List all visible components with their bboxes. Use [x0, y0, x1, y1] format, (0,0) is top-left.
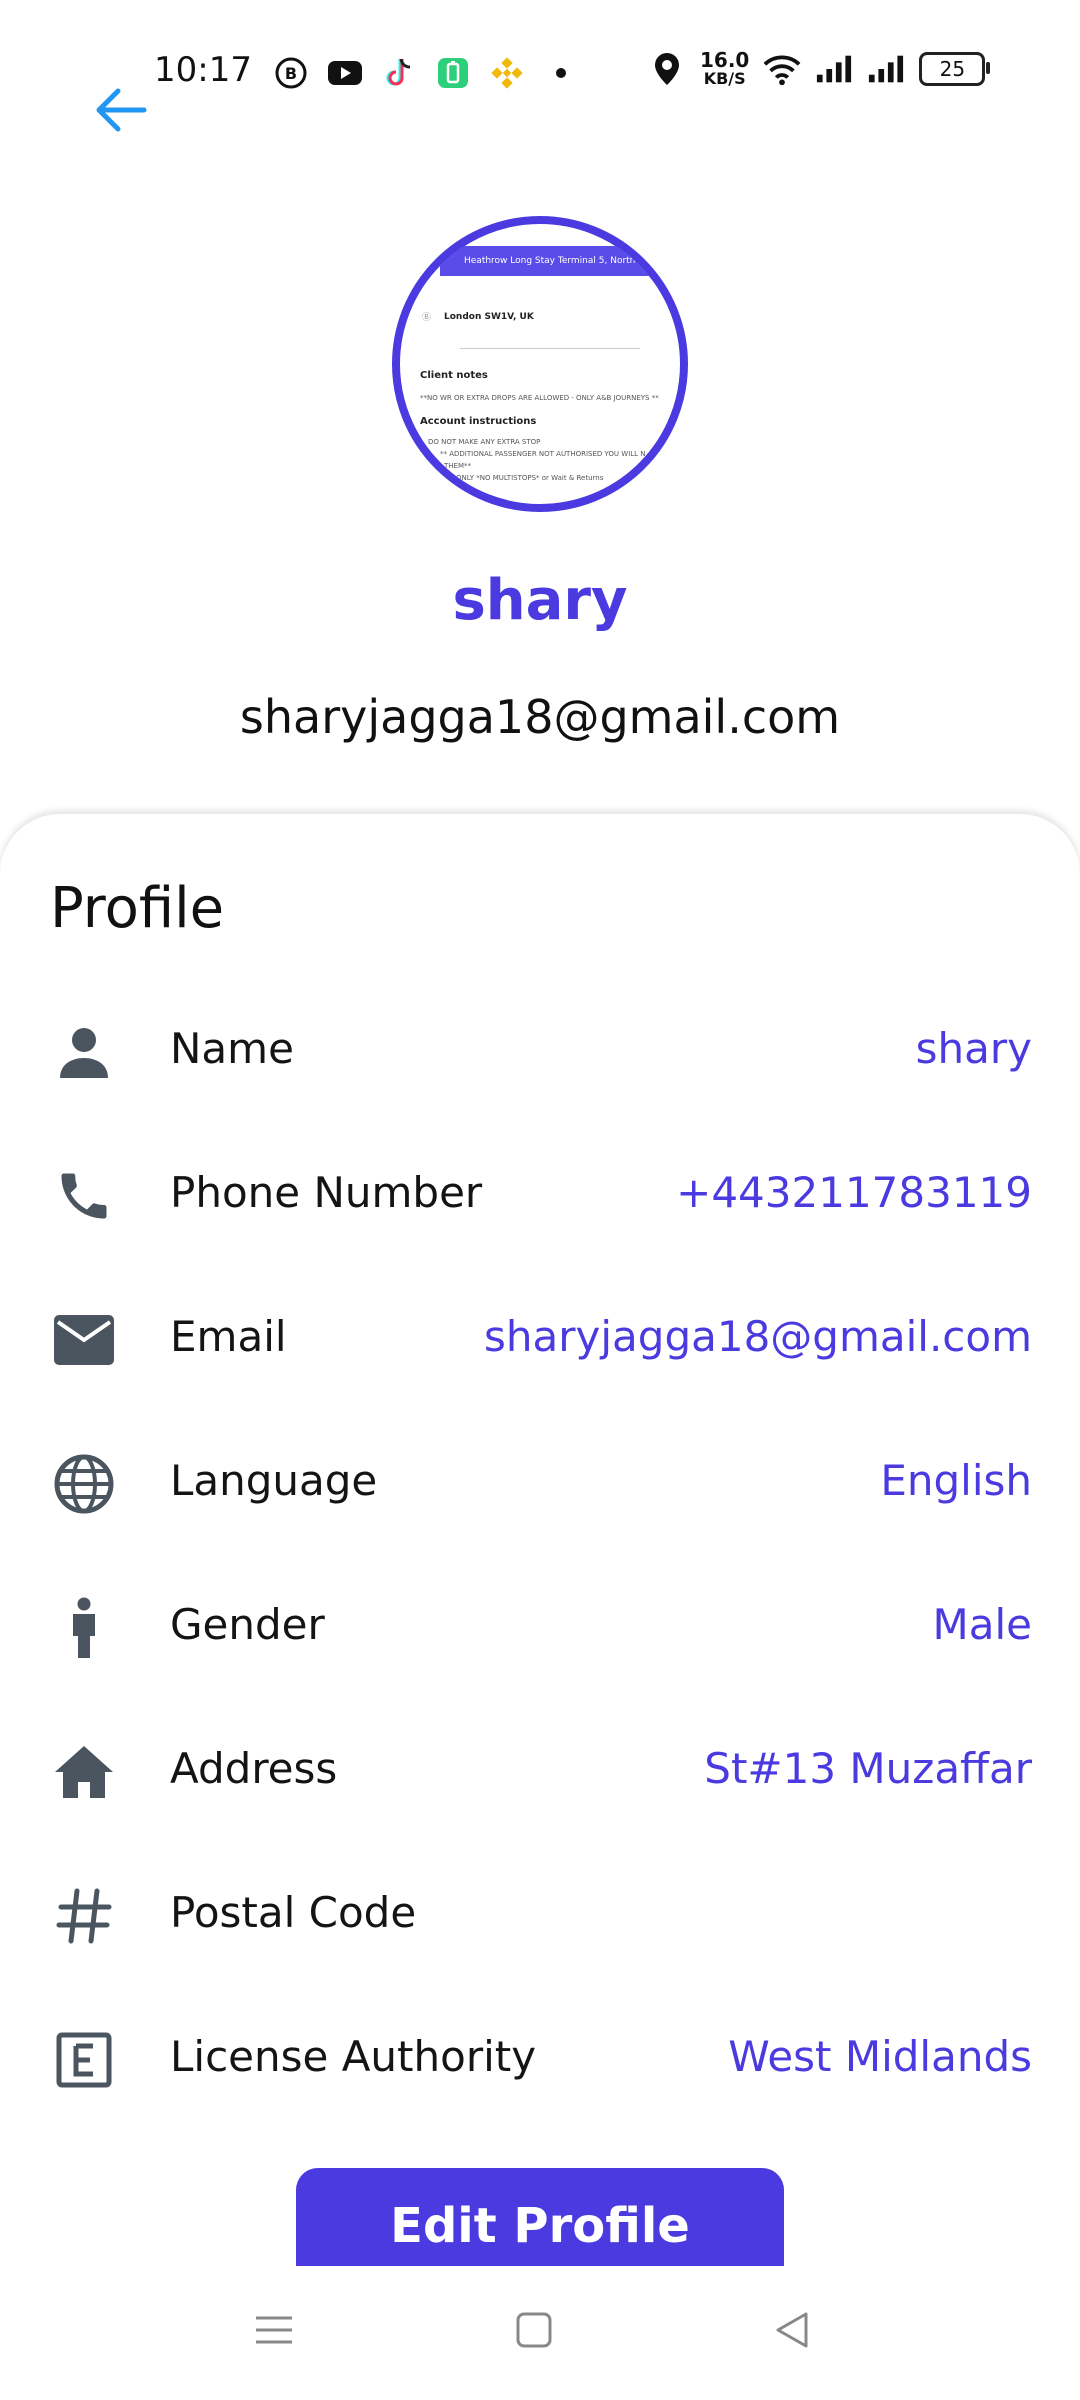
menu-icon [256, 2316, 292, 2344]
row-value: West Midlands [728, 2032, 1032, 2081]
avatar-banner-text: Heathrow Long Stay Terminal 5, Northern … [440, 246, 680, 276]
net-speed: 16.0 KB/S [700, 50, 749, 88]
binance-icon [488, 54, 526, 92]
wifi-icon [763, 50, 801, 88]
avatar-client-notes-title: Client notes [420, 370, 488, 381]
avatar-instruction: THEM** [444, 462, 472, 470]
battery-saver-icon [434, 54, 472, 92]
profile-screen: 10:17 B 16.0 KB/S 25 Heathrow Long Stay … [0, 0, 1080, 2400]
net-speed-unit: KB/S [703, 69, 746, 88]
row-label: Postal Code [170, 1888, 417, 1937]
profile-row-address[interactable]: Address St#13 Muzaffar [0, 1716, 1080, 1816]
profile-row-email[interactable]: Email sharyjagga18@gmail.com [0, 1284, 1080, 1384]
profile-row-phone[interactable]: Phone Number +443211783119 [0, 1140, 1080, 1240]
tiktok-icon [380, 54, 418, 92]
row-label: Gender [170, 1600, 325, 1649]
row-label: Language [170, 1456, 378, 1505]
row-value: shary [915, 1024, 1032, 1073]
notification-icons: B [272, 54, 580, 92]
avatar-image: Heathrow Long Stay Terminal 5, Northern … [400, 224, 680, 504]
profile-row-gender[interactable]: Gender Male [0, 1572, 1080, 1672]
square-icon [516, 2312, 552, 2348]
battery-indicator: 25 [919, 52, 991, 86]
avatar-address: London SW1V, UK [444, 312, 534, 322]
row-value: sharyjagga18@gmail.com [484, 1312, 1032, 1361]
person-icon [50, 1018, 118, 1086]
signal-icon [815, 50, 853, 88]
arrow-left-icon [96, 88, 147, 132]
status-bar: 10:17 B 16.0 KB/S 25 [0, 0, 1080, 120]
dot-icon [542, 54, 580, 92]
row-label: Name [170, 1024, 294, 1073]
avatar-instruction: DO NOT MAKE ANY EXTRA STOP [428, 438, 541, 446]
svg-text:B: B [285, 64, 297, 83]
avatar-instruction: ONLY *NO MULTISTOPS* or Wait & Returns [456, 474, 604, 482]
back-button[interactable] [88, 80, 154, 140]
gender-icon [50, 1594, 118, 1662]
hash-icon [50, 1882, 118, 1950]
row-value: +443211783119 [676, 1168, 1032, 1217]
profile-row-name[interactable]: Name shary [0, 996, 1080, 1096]
avatar-instruction: ** ADDITIONAL PASSENGER NOT AUTHORISED Y… [440, 450, 646, 458]
system-nav-bar [0, 2290, 1080, 2370]
license-icon [50, 2026, 118, 2094]
signal-icon [867, 50, 905, 88]
row-label: Address [170, 1744, 338, 1793]
user-email: sharyjagga18@gmail.com [239, 690, 841, 744]
avatar[interactable]: Heathrow Long Stay Terminal 5, Northern … [392, 216, 688, 512]
youtube-icon [326, 54, 364, 92]
profile-row-language[interactable]: Language English [0, 1428, 1080, 1528]
back-nav-button[interactable] [762, 2300, 822, 2360]
row-label: Phone Number [170, 1168, 483, 1217]
profile-row-postal-code[interactable]: Postal Code [0, 1860, 1080, 1960]
row-value: Male [932, 1600, 1032, 1649]
net-speed-value: 16.0 [700, 48, 750, 72]
avatar-marker: Ⓑ [422, 313, 432, 323]
avatar-account-title: Account instructions [420, 416, 537, 427]
row-value: St#13 Muzaffar [704, 1744, 1032, 1793]
triangle-back-icon [776, 2312, 808, 2348]
system-icons: 16.0 KB/S 25 [648, 50, 991, 88]
phone-icon [50, 1162, 118, 1230]
avatar-divider [460, 348, 640, 349]
globe-icon [50, 1450, 118, 1518]
row-label: Email [170, 1312, 287, 1361]
profile-row-license-authority[interactable]: License Authority West Midlands [0, 2004, 1080, 2104]
row-value: English [880, 1456, 1032, 1505]
home-icon [50, 1738, 118, 1806]
avatar-client-notes-text: **NO WR OR EXTRA DROPS ARE ALLOWED - ONL… [420, 394, 659, 402]
menu-nav-button[interactable] [244, 2300, 304, 2360]
section-title: Profile [50, 876, 225, 941]
row-label: License Authority [170, 2032, 537, 2081]
user-name: shary [452, 568, 628, 633]
battery-level: 25 [939, 57, 966, 81]
status-time: 10:17 [154, 50, 252, 90]
mail-icon [50, 1306, 118, 1374]
edit-profile-button[interactable]: Edit Profile [296, 2168, 784, 2268]
b-circle-icon: B [272, 54, 310, 92]
edit-profile-label: Edit Profile [390, 2198, 690, 2254]
home-nav-button[interactable] [504, 2300, 564, 2360]
location-icon [648, 50, 686, 88]
